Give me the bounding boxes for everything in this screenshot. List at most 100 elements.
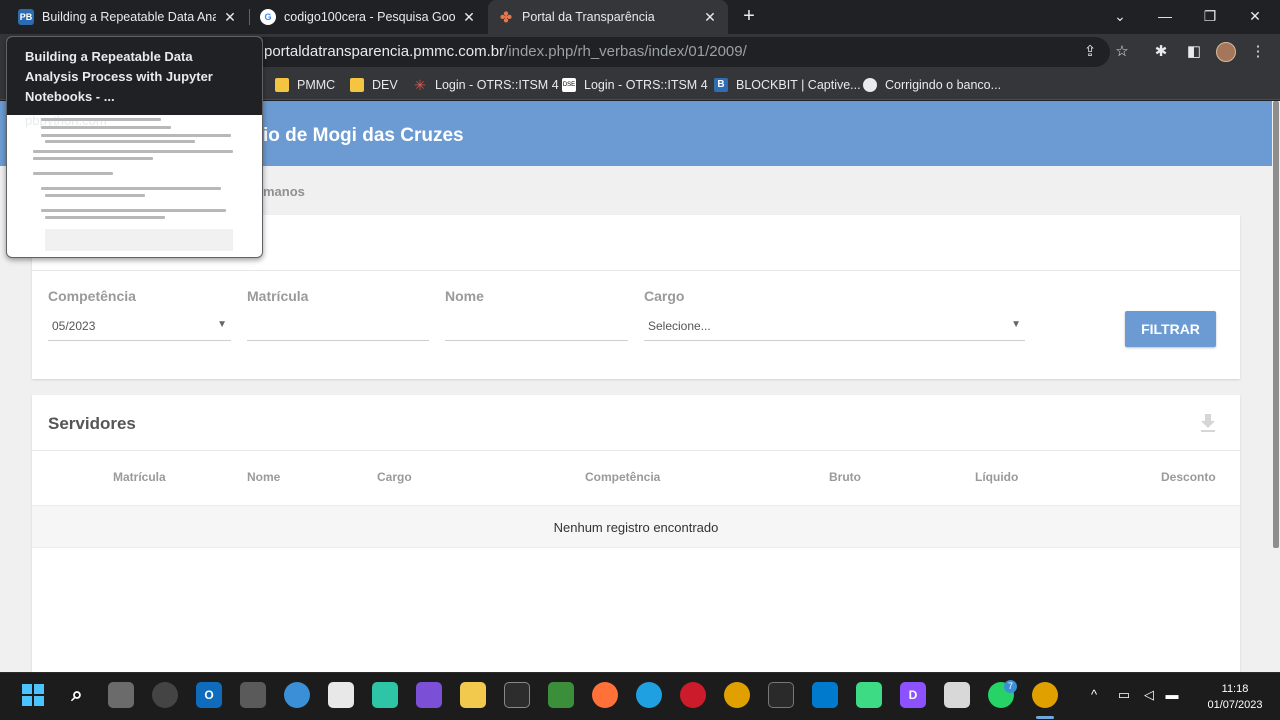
minimize-icon[interactable]: — (1155, 6, 1175, 26)
close-tab-icon[interactable]: ✕ (702, 9, 718, 26)
active-app-indicator (1036, 716, 1054, 719)
share-icon[interactable]: ⇪ (1080, 42, 1100, 62)
preview-text-line (41, 134, 231, 137)
breadcrumb[interactable]: manos (263, 184, 305, 199)
bookmark-blockbit[interactable]: B BLOCKBIT | Captive... (714, 76, 861, 94)
file-explorer-icon[interactable] (460, 682, 486, 708)
matricula-input[interactable] (247, 311, 429, 341)
url-text[interactable]: portaldatransparencia.pmmc.com.br/index.… (264, 43, 747, 60)
cargo-select[interactable]: Selecione... ▼ (644, 311, 1025, 341)
android-studio-icon[interactable] (856, 682, 882, 708)
bookmark-dev[interactable]: DEV (350, 76, 398, 94)
outlook-icon[interactable]: O (196, 682, 222, 708)
bookmark-label: BLOCKBIT | Captive... (736, 78, 861, 92)
competencia-value: 05/2023 (52, 319, 96, 333)
download-icon[interactable] (1200, 414, 1216, 432)
bookmark-label: PMMC (297, 78, 336, 92)
volume-icon[interactable]: ◁ (1140, 687, 1158, 703)
side-panel-icon[interactable]: ◧ (1184, 42, 1204, 62)
competencia-select[interactable]: 05/2023 ▼ (48, 311, 231, 341)
search-icon[interactable]: ⌕ (64, 682, 90, 708)
preview-text-line (41, 118, 161, 121)
close-tab-icon[interactable]: ✕ (222, 9, 238, 26)
app-d-icon[interactable]: D (900, 682, 926, 708)
tray-chevron-up-icon[interactable]: ^ (1085, 687, 1103, 702)
column-header-competencia[interactable]: Competência (585, 470, 660, 484)
tab-google-search[interactable]: G codigo100cera - Pesquisa Google ✕ (250, 0, 487, 34)
chrome-profile-icon[interactable] (1032, 682, 1058, 708)
network-icon[interactable]: ▭ (1115, 687, 1133, 703)
chat-app-icon[interactable] (372, 682, 398, 708)
vpn-icon[interactable] (504, 682, 530, 708)
vscode-icon[interactable] (812, 682, 838, 708)
folder-icon (350, 78, 364, 92)
bookmark-otrs-2[interactable]: DSE Login - OTRS::ITSM 4 (562, 76, 708, 94)
globe-app-icon[interactable] (284, 682, 310, 708)
chrome-icon[interactable] (724, 682, 750, 708)
new-tab-button[interactable]: + (738, 5, 760, 27)
blockbit-icon: B (714, 78, 728, 92)
column-header-matricula[interactable]: Matrícula (113, 470, 166, 484)
clapper-icon[interactable] (416, 682, 442, 708)
windows-start-icon[interactable] (20, 682, 46, 708)
notepad-plus-icon[interactable] (548, 682, 574, 708)
globe-icon (863, 78, 877, 92)
bookmark-corrigindo[interactable]: Corrigindo o banco... (863, 76, 1001, 94)
edge-icon[interactable] (636, 682, 662, 708)
opera-icon[interactable] (680, 682, 706, 708)
whatsapp-badge: 7 (1004, 680, 1017, 693)
notes-app-icon[interactable] (328, 682, 354, 708)
column-header-nome[interactable]: Nome (247, 470, 280, 484)
preview-header: Building a Repeatable Data Analysis Proc… (7, 37, 262, 128)
bookmark-pmmc[interactable]: PMMC (275, 76, 335, 94)
site-title: io de Mogi das Cruzes (263, 125, 464, 146)
preview-text-line (33, 157, 153, 160)
tab-hover-preview: Building a Repeatable Data Analysis Proc… (6, 36, 263, 258)
profile-avatar[interactable] (1216, 42, 1236, 62)
tab-pbpython[interactable]: PB Building a Repeatable Data Analy ✕ (8, 0, 248, 34)
folder-icon (275, 78, 289, 92)
column-header-cargo[interactable]: Cargo (377, 470, 412, 484)
tab-portal-transparencia[interactable]: ✤ Portal da Transparência ✕ (488, 0, 728, 34)
column-header-bruto[interactable]: Bruto (829, 470, 861, 484)
clock-time: 11:18 (1221, 683, 1249, 695)
card-divider (32, 450, 1240, 451)
close-window-icon[interactable]: ✕ (1245, 6, 1265, 26)
tab-title: Building a Repeatable Data Analy (42, 10, 216, 24)
preview-text-line (41, 187, 221, 190)
roblox-icon[interactable] (944, 682, 970, 708)
obs-icon[interactable] (152, 682, 178, 708)
bookmark-label: Login - OTRS::ITSM 4 (584, 78, 708, 92)
battery-icon[interactable]: ▬ (1163, 687, 1181, 702)
tab-search-icon[interactable]: ⌄ (1110, 6, 1130, 26)
nome-input[interactable] (445, 311, 628, 341)
preview-text-line (45, 140, 195, 143)
dse-icon: DSE (562, 78, 576, 92)
card-divider (32, 270, 1240, 271)
column-header-desconto[interactable]: Desconto (1161, 470, 1216, 484)
scrollbar-thumb[interactable] (1273, 101, 1279, 548)
preview-code-block (45, 229, 233, 251)
bookmark-star-icon[interactable]: ☆ (1112, 42, 1132, 62)
menu-kebab-icon[interactable]: ⋮ (1248, 42, 1268, 62)
firefox-icon[interactable] (592, 682, 618, 708)
nome-label: Nome (445, 288, 484, 304)
preview-text-line (41, 126, 171, 129)
preview-text-line (33, 172, 113, 175)
tray-clock[interactable]: 11:18 01/07/2023 (1200, 681, 1270, 713)
snipping-tool-icon[interactable] (240, 682, 266, 708)
url-path: /index.php/rh_verbas/index/01/2009/ (504, 43, 747, 60)
empty-table-row: Nenhum registro encontrado (32, 505, 1240, 548)
task-view-icon[interactable] (108, 682, 134, 708)
column-header-liquido[interactable]: Líquido (975, 470, 1018, 484)
servers-title: Servidores (48, 414, 136, 433)
restore-icon[interactable]: ❐ (1200, 6, 1220, 26)
close-tab-icon[interactable]: ✕ (461, 9, 477, 26)
filter-button[interactable]: FILTRAR (1125, 311, 1216, 347)
bookmark-otrs-1[interactable]: ✳ Login - OTRS::ITSM 4 (413, 76, 559, 94)
tab-title: codigo100cera - Pesquisa Google (284, 10, 455, 24)
preview-text-line (45, 194, 145, 197)
terminal-icon[interactable] (768, 682, 794, 708)
extensions-icon[interactable]: ✱ (1151, 42, 1171, 62)
portal-favicon-icon: ✤ (500, 8, 512, 25)
